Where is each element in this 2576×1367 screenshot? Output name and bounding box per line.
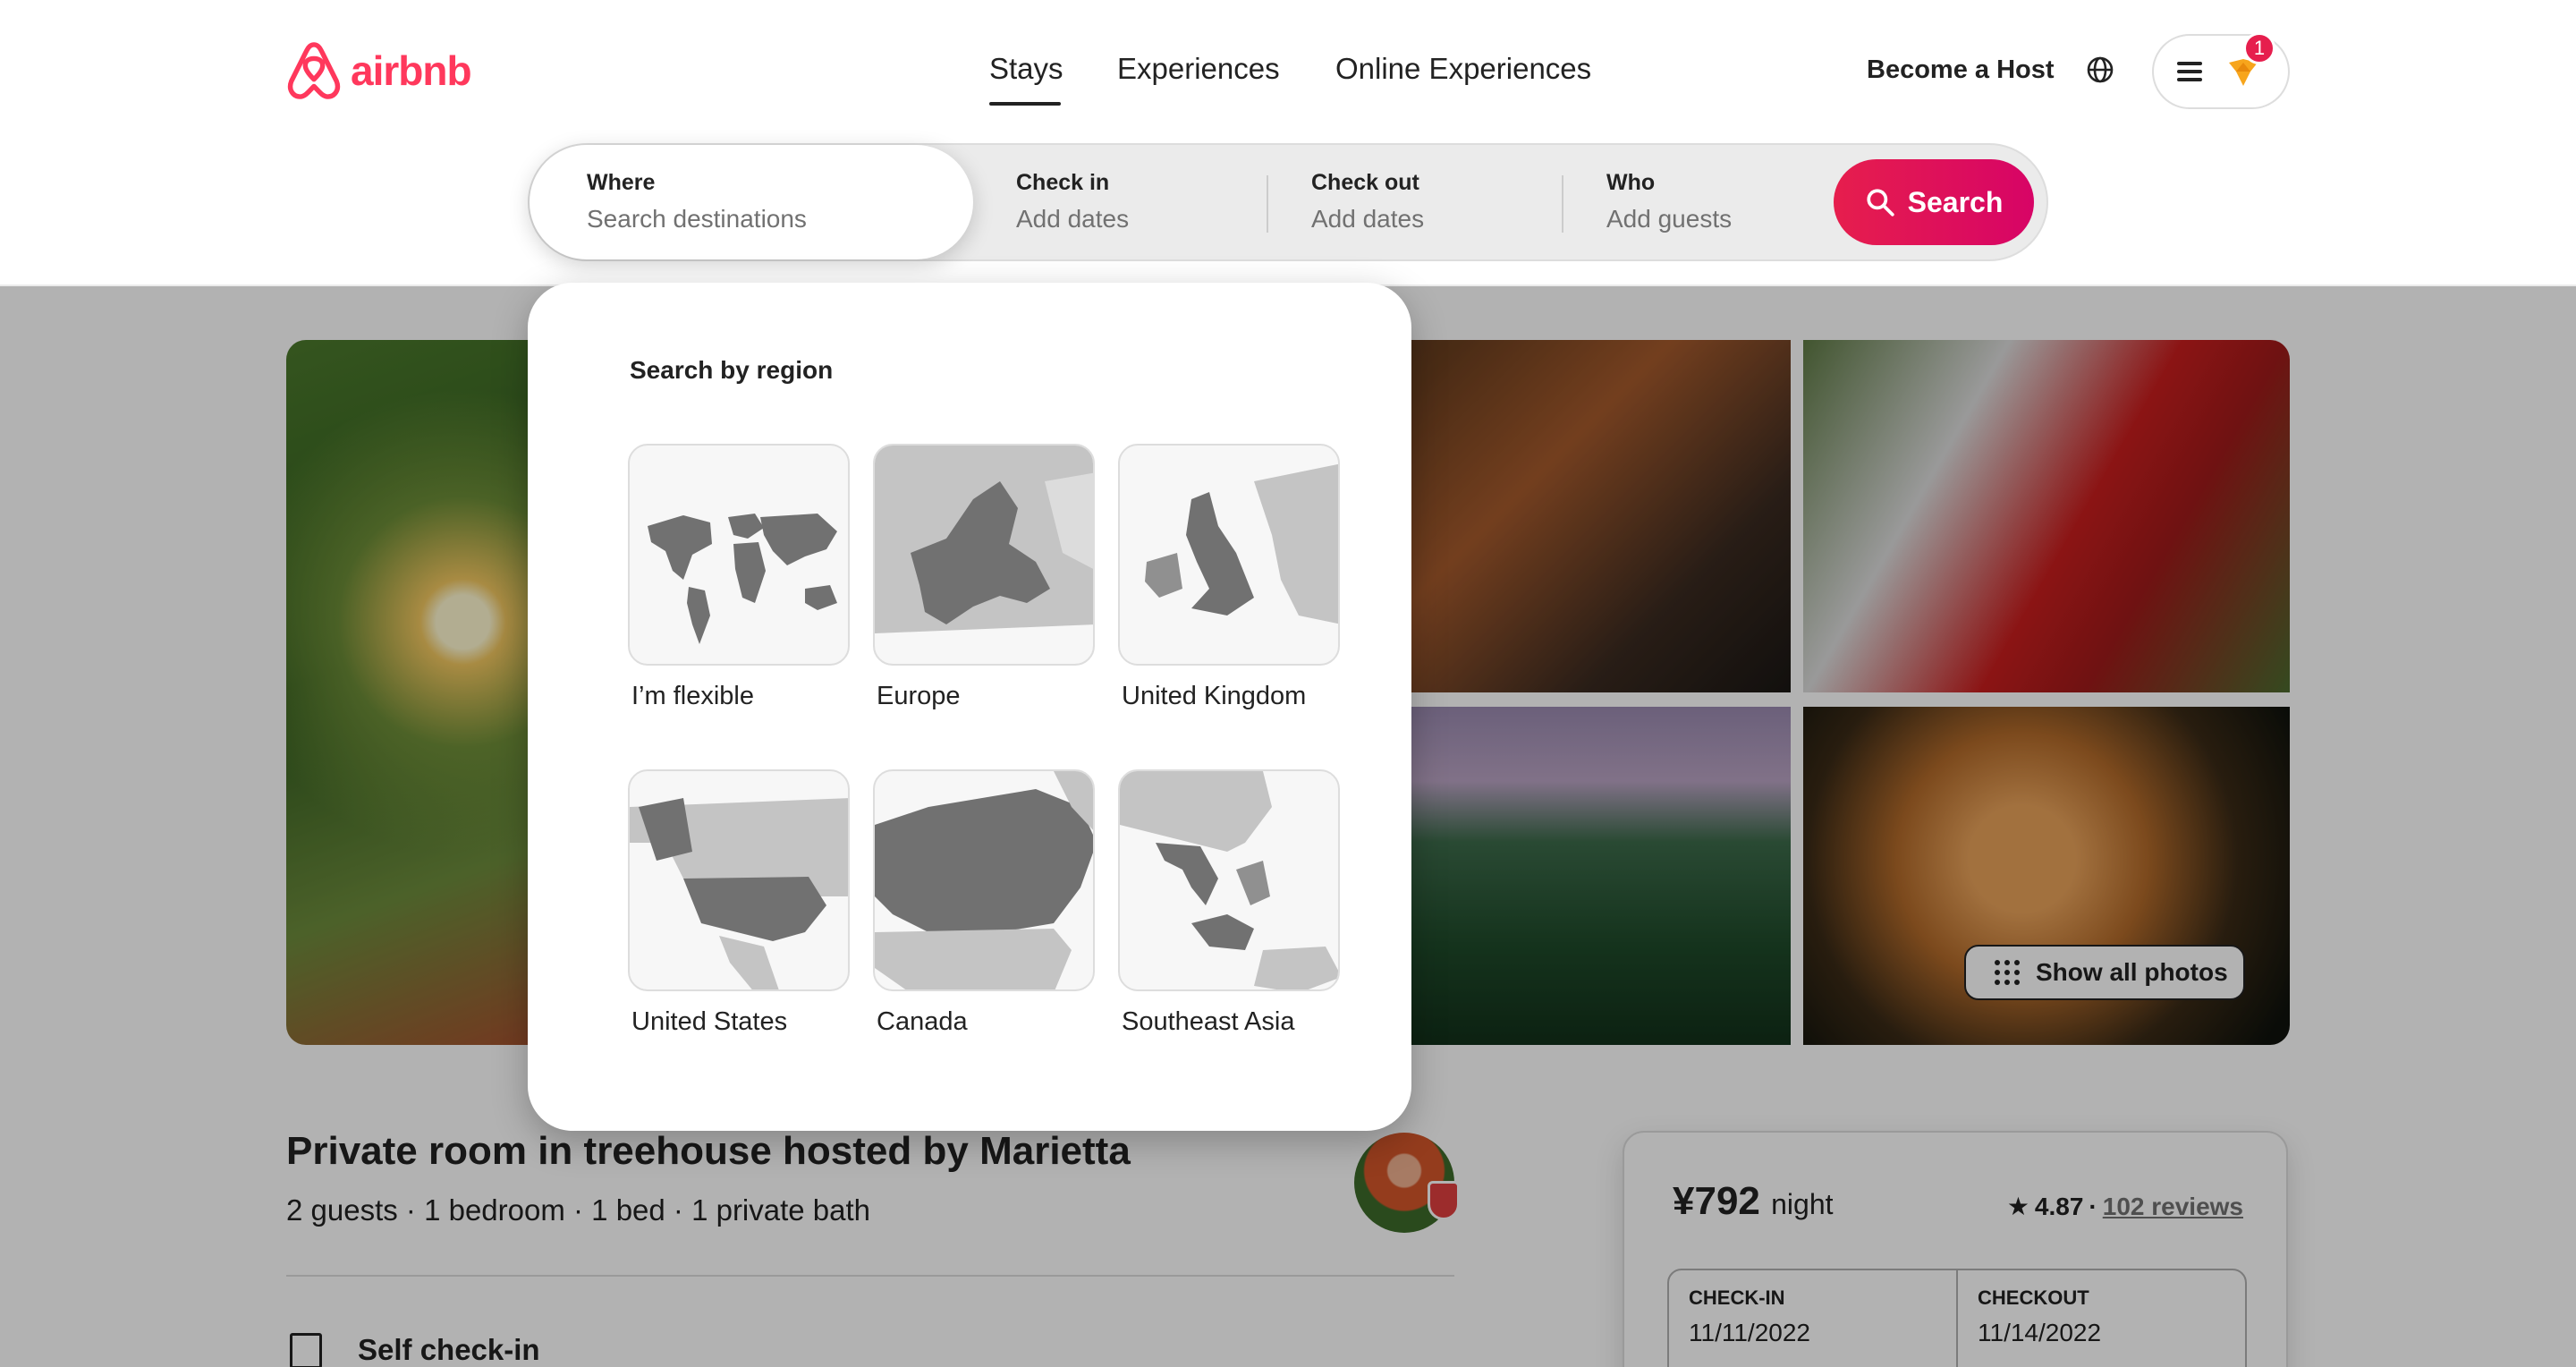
checkin-value: Add dates — [1016, 205, 1130, 233]
search-separator — [1267, 175, 1268, 233]
region-option-canada[interactable]: Canada — [873, 769, 1097, 1037]
world-map-icon — [628, 444, 850, 666]
search-button[interactable]: Search — [1834, 159, 2034, 245]
checkin-label: Check in — [1016, 170, 1110, 195]
airbnb-logo[interactable]: airbnb — [286, 41, 472, 100]
region-option-uk[interactable]: United Kingdom — [1118, 444, 1342, 711]
where-label: Where — [587, 170, 656, 195]
airbnb-wordmark: airbnb — [351, 47, 472, 94]
region-option-united-states[interactable]: United States — [628, 769, 852, 1037]
notification-badge: 1 — [2243, 32, 2275, 64]
uk-map-icon — [1118, 444, 1340, 666]
region-dropdown: Search by region I’m flexible Europe Uni… — [528, 283, 1411, 1131]
region-option-label: Canada — [877, 1007, 968, 1036]
region-panel-title: Search by region — [630, 356, 834, 384]
checkout-value: Add dates — [1311, 205, 1425, 233]
checkout-field[interactable]: Check out Add dates — [1311, 145, 1580, 259]
region-option-europe[interactable]: Europe — [873, 444, 1097, 711]
region-option-label: I’m flexible — [631, 682, 754, 710]
airbnb-logo-icon — [287, 42, 341, 99]
tab-stays[interactable]: Stays — [989, 52, 1063, 86]
search-button-label: Search — [1907, 185, 2004, 218]
site-header: airbnb Stays Experiences Online Experien… — [0, 0, 2576, 286]
tab-online-experiences[interactable]: Online Experiences — [1335, 52, 1591, 86]
search-bar: Check in Add dates Check out Add dates W… — [528, 143, 2048, 261]
guests-field[interactable]: Who Add guests — [1606, 145, 1839, 259]
region-option-label: Southeast Asia — [1122, 1007, 1295, 1036]
globe-icon[interactable] — [2086, 55, 2114, 84]
where-input[interactable]: Search destinations — [587, 205, 973, 233]
user-menu-button[interactable]: 1 — [2152, 32, 2290, 109]
checkin-field[interactable]: Check in Add dates — [1016, 145, 1284, 259]
guests-label: Who — [1606, 170, 1656, 195]
where-field[interactable]: Where Search destinations — [530, 145, 973, 259]
region-option-label: United States — [631, 1007, 788, 1036]
hamburger-icon — [2177, 57, 2202, 86]
tab-experiences[interactable]: Experiences — [1117, 52, 1280, 86]
checkout-label: Check out — [1311, 170, 1419, 195]
region-option-label: Europe — [877, 682, 961, 710]
usa-map-icon — [628, 769, 850, 991]
guests-value: Add guests — [1606, 205, 1733, 233]
search-icon — [1867, 189, 1894, 217]
region-option-flexible[interactable]: I’m flexible — [628, 444, 852, 711]
search-separator — [1562, 175, 1563, 233]
active-tab-indicator — [989, 102, 1061, 106]
europe-map-icon — [873, 444, 1095, 666]
become-host-link[interactable]: Become a Host — [1867, 55, 2055, 85]
region-option-label: United Kingdom — [1122, 682, 1307, 710]
southeast-asia-map-icon — [1118, 769, 1340, 991]
region-option-southeast-asia[interactable]: Southeast Asia — [1118, 769, 1342, 1037]
canada-map-icon — [873, 769, 1095, 991]
